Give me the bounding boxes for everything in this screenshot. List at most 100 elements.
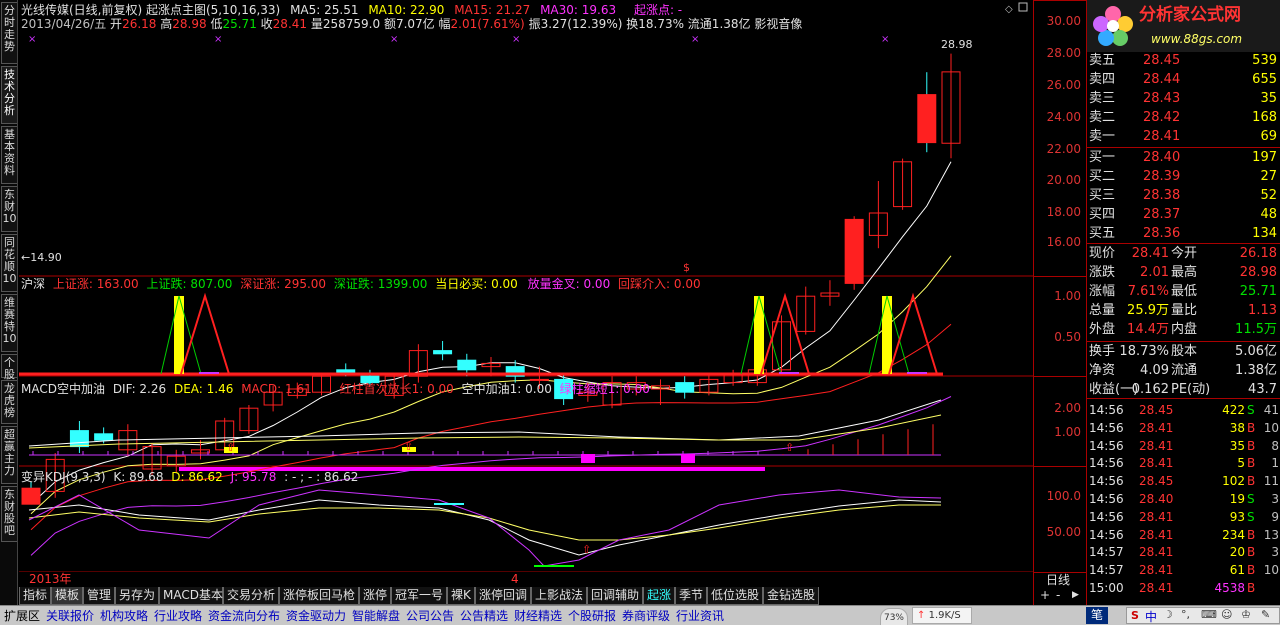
left-tab-1[interactable]: 技术分析 <box>1 66 17 124</box>
left-tab-5[interactable]: 维赛特10 <box>1 294 17 352</box>
indicator-tab-6[interactable]: 涨停板回马枪 <box>279 587 359 605</box>
macd-dea-line <box>28 414 942 449</box>
y-tick-y_axis_main-7: 16.00 <box>1046 235 1081 249</box>
indicator-tab-12[interactable]: 回调辅助 <box>587 587 643 605</box>
tick-count: 1 <box>1271 456 1279 471</box>
indicator-tab-14[interactable]: 季节 <box>675 587 707 605</box>
ime-tools-icon[interactable]: ✎ <box>1261 608 1270 621</box>
zoom-out-icon[interactable]: + <box>1040 588 1050 602</box>
upload-arrow-icon: ↑ <box>917 610 926 621</box>
y-tick-y_axis_macd-0: 2.00 <box>1054 401 1081 415</box>
indicator-tab-5[interactable]: 交易分析 <box>223 587 279 605</box>
indicator-tab-4[interactable]: MACD基本 <box>159 587 223 605</box>
menu-item-0[interactable]: 扩展区 <box>2 607 42 625</box>
sell-price: 28.43 <box>1143 91 1181 106</box>
ime-keyboard-icon[interactable]: ⌨ <box>1201 608 1217 621</box>
sell-row[interactable]: 卖四 28.44 655 <box>1087 71 1280 89</box>
quote-value-a: 4.09 <box>1140 363 1169 378</box>
sell-row[interactable]: 卖一 28.41 69 <box>1087 128 1280 146</box>
indicator-tab-9[interactable]: 裸K <box>447 587 475 605</box>
y-tick-y_axis_kdj-1: 50.00 <box>1046 525 1081 539</box>
tick-row[interactable]: 14:56 28.45 102 B 11 <box>1087 472 1280 490</box>
buy-row[interactable]: 买一 28.40 197 <box>1087 149 1280 167</box>
indicator-tab-2[interactable]: 管理 <box>83 587 115 605</box>
ime-logo-icon[interactable]: S <box>1131 609 1139 622</box>
tick-row[interactable]: 14:56 28.41 35 B 8 <box>1087 437 1280 455</box>
indicator-tab-7[interactable]: 涨停 <box>359 587 391 605</box>
menu-item-9[interactable]: 财经精选 <box>512 607 564 625</box>
tick-row[interactable]: 14:56 28.41 5 B 1 <box>1087 454 1280 472</box>
left-tab-6[interactable]: 个股 <box>1 354 17 381</box>
left-tab-4[interactable]: 同花顺10 <box>1 234 17 292</box>
ind1-b: 上证跌: 807.00 <box>146 277 233 291</box>
left-tab-8[interactable]: 超赢主力 <box>1 426 17 484</box>
tick-row[interactable]: 14:56 28.41 38 B 10 <box>1087 419 1280 437</box>
tick-row[interactable]: 14:56 28.40 19 S 3 <box>1087 490 1280 508</box>
open-label: 开 <box>110 17 123 31</box>
menu-item-1[interactable]: 关联报价 <box>44 607 96 625</box>
menu-item-2[interactable]: 机构攻略 <box>98 607 150 625</box>
quote-row: 外盘 14.4万 内盘 11.5万 <box>1087 321 1280 339</box>
buy-row[interactable]: 买四 28.37 48 <box>1087 206 1280 224</box>
ime-shirt-icon[interactable]: ♔ <box>1241 608 1251 621</box>
chart-area[interactable]: × × × × × × ⇧ ⇧ ⇧ ⇧ ◇ 光线传媒(日线,前复权) 起涨点主图(5,10,16,3… <box>19 0 1033 586</box>
tick-row[interactable]: 14:57 28.41 20 B 3 <box>1087 543 1280 561</box>
indicator-tab-3[interactable]: 另存为 <box>115 587 159 605</box>
logo-url: www.88gs.com <box>1151 32 1243 46</box>
indicator-tab-13[interactable]: 起涨 <box>643 587 675 605</box>
tick-time: 14:56 <box>1089 420 1124 435</box>
ime-moon-icon[interactable]: ☽ <box>1163 608 1173 621</box>
zoom-in-icon[interactable]: - <box>1056 588 1060 602</box>
menu-item-8[interactable]: 公告精选 <box>458 607 510 625</box>
menu-item-6[interactable]: 智能解盘 <box>350 607 402 625</box>
indicator-tab-0[interactable]: 指标 <box>19 587 51 605</box>
high-label: 高 <box>160 17 173 31</box>
sell-volume: 69 <box>1260 129 1277 144</box>
left-tab-2[interactable]: 基本资料 <box>1 126 17 184</box>
indicator-tab-8[interactable]: 冠军一号 <box>391 587 447 605</box>
tick-count: 11 <box>1263 474 1279 489</box>
tick-price: 28.41 <box>1139 420 1174 435</box>
left-tab-9[interactable]: 东财股吧 <box>1 486 17 542</box>
sell-price: 28.45 <box>1143 53 1181 68</box>
menu-item-11[interactable]: 券商评级 <box>620 607 672 625</box>
ime-user-icon[interactable]: ☺ <box>1221 608 1232 621</box>
menu-item-5[interactable]: 资金驱动力 <box>284 607 348 625</box>
sell-row[interactable]: 卖五 28.45 539 <box>1087 52 1280 70</box>
buy-row[interactable]: 买二 28.39 27 <box>1087 168 1280 186</box>
menu-item-12[interactable]: 行业资讯 <box>674 607 726 625</box>
menu-item-7[interactable]: 公司公告 <box>404 607 456 625</box>
tick-price: 28.41 <box>1139 545 1174 560</box>
scroll-arrow-icon[interactable]: ▶ <box>1072 588 1079 602</box>
buy-level: 买二 <box>1089 169 1116 184</box>
indicator-tab-10[interactable]: 涨停回调 <box>475 587 531 605</box>
sell-row[interactable]: 卖三 28.43 35 <box>1087 90 1280 108</box>
indicator-tab-16[interactable]: 金钻选股 <box>763 587 819 605</box>
indicator-tab-11[interactable]: 上影战法 <box>531 587 587 605</box>
x-marker-icon: × <box>881 34 889 45</box>
ime-mode[interactable]: 中 <box>1145 608 1157 625</box>
menu-item-3[interactable]: 行业攻略 <box>152 607 204 625</box>
bi-button[interactable]: 笔 <box>1086 607 1108 624</box>
indicator-tab-15[interactable]: 低位选股 <box>707 587 763 605</box>
kdj-name: 变异KDJ(9,3,3) <box>21 470 106 484</box>
left-tab-7[interactable]: 龙虎榜 <box>1 380 17 424</box>
sell-row[interactable]: 卖二 28.42 168 <box>1087 109 1280 127</box>
tick-row[interactable]: 14:57 28.41 61 B 10 <box>1087 561 1280 579</box>
tick-row[interactable]: 14:56 28.41 234 B 13 <box>1087 526 1280 544</box>
tick-row[interactable]: 15:00 28.41 4538 B <box>1087 579 1280 597</box>
buy-row[interactable]: 买五 28.36 134 <box>1087 225 1280 243</box>
left-tab-3[interactable]: 东财10 <box>1 186 17 232</box>
indicator-tab-1[interactable]: 模板 <box>51 587 83 605</box>
left-tab-0[interactable]: 分时走势 <box>1 2 17 64</box>
close-label: 收 <box>260 17 273 31</box>
buy-row[interactable]: 买三 28.38 52 <box>1087 187 1280 205</box>
kdj-d: D: 86.62 <box>171 470 223 484</box>
menu-item-4[interactable]: 资金流向分布 <box>206 607 282 625</box>
tick-row[interactable]: 14:56 28.45 422 S 41 <box>1087 401 1280 419</box>
menu-item-10[interactable]: 个股研报 <box>566 607 618 625</box>
tick-row[interactable]: 14:56 28.41 93 S 9 <box>1087 508 1280 526</box>
ime-punct-icon[interactable]: °, <box>1181 608 1190 621</box>
time-axis-april: 4 <box>511 572 519 586</box>
period-box[interactable]: 日线 <box>1033 572 1085 587</box>
